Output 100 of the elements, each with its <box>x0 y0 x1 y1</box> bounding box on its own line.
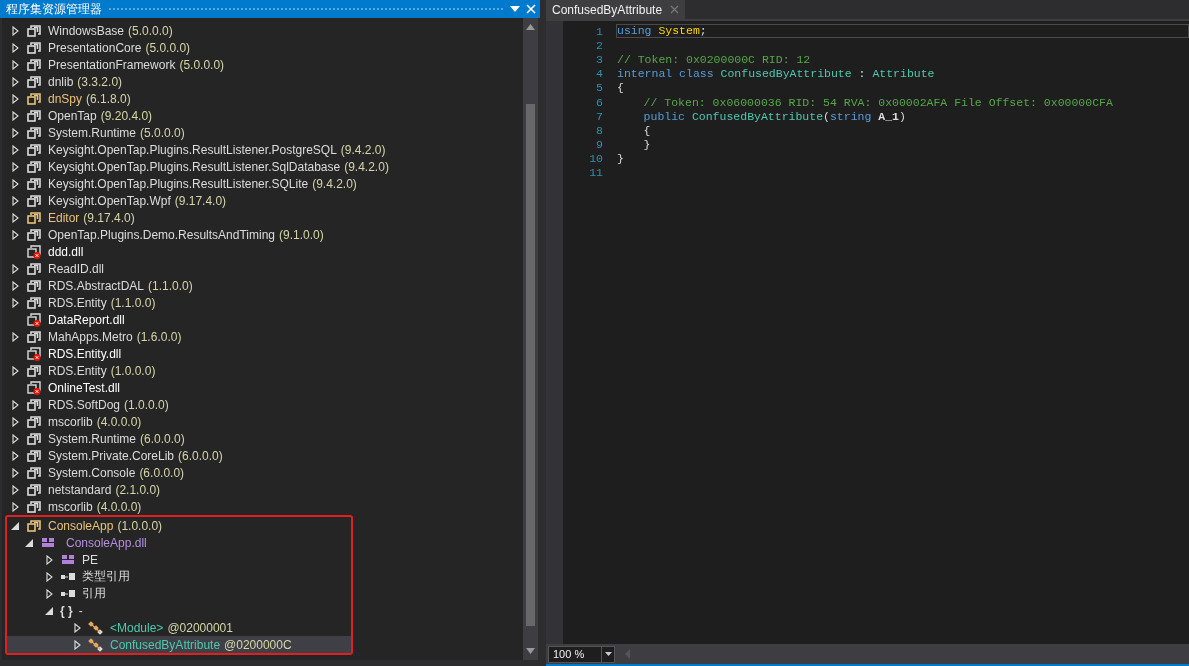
class-icon <box>88 637 104 652</box>
expanded-arrow-icon[interactable] <box>45 606 53 615</box>
collapsed-arrow-icon[interactable] <box>11 280 19 291</box>
collapsed-arrow-icon[interactable] <box>45 588 53 599</box>
collapsed-arrow-icon[interactable] <box>11 42 19 53</box>
zoom-field[interactable]: 100 % <box>548 645 602 663</box>
tree-item[interactable]: OnlineTest.dll <box>2 379 523 396</box>
scrollbar-thumb[interactable] <box>526 104 535 626</box>
tree-item[interactable]: dnlib (3.3.2.0) <box>2 73 523 90</box>
code-line: internal class ConfusedByAttribute : Attribute <box>616 66 936 81</box>
document-tab[interactable]: ConfusedByAttribute <box>546 0 686 19</box>
collapsed-arrow-icon[interactable] <box>11 229 19 240</box>
line-number: 5 <box>595 81 604 95</box>
collapsed-arrow-icon[interactable] <box>11 161 19 172</box>
close-icon[interactable] <box>670 5 680 14</box>
collapsed-arrow-icon[interactable] <box>11 93 19 104</box>
line-number: 2 <box>595 38 604 52</box>
tree-item[interactable]: mscorlib (4.0.0.0) <box>2 413 523 430</box>
scroll-down-icon[interactable] <box>526 648 535 654</box>
collapsed-arrow-icon[interactable] <box>11 127 19 138</box>
collapsed-arrow-icon[interactable] <box>11 195 19 206</box>
tree-item[interactable]: Editor (9.17.4.0) <box>2 209 523 226</box>
missing-assembly-icon <box>27 312 41 327</box>
line-number: 1 <box>595 24 604 38</box>
tree-item[interactable]: PresentationFramework (5.0.0.0) <box>2 56 523 73</box>
tree-item[interactable]: ReadID.dll <box>2 260 523 277</box>
assembly-icon <box>27 58 41 71</box>
line-number: 6 <box>595 95 604 109</box>
missing-assembly-icon <box>27 346 41 361</box>
collapsed-arrow-icon[interactable] <box>11 110 19 121</box>
tree-item[interactable]: ConsoleApp (1.0.0.0) <box>7 517 351 534</box>
assembly-icon <box>27 279 41 292</box>
tree-item[interactable]: Keysight.OpenTap.Plugins.ResultListener.SqlDatabase (9.4.2.0) <box>2 158 523 175</box>
line-number: 10 <box>588 152 604 166</box>
tree-item[interactable]: PresentationCore (5.0.0.0) <box>2 39 523 56</box>
tree-item[interactable]: RDS.SoftDog (1.0.0.0) <box>2 396 523 413</box>
collapsed-arrow-icon[interactable] <box>11 212 19 223</box>
tree-item[interactable]: Keysight.OpenTap.Wpf (9.17.4.0) <box>2 192 523 209</box>
collapsed-arrow-icon[interactable] <box>11 501 19 512</box>
collapsed-arrow-icon[interactable] <box>11 297 19 308</box>
tree-item[interactable]: dnSpy (6.1.8.0) <box>2 90 523 107</box>
tree-item[interactable]: 类型引用 <box>7 568 351 585</box>
collapsed-arrow-icon[interactable] <box>45 571 53 582</box>
tree-item[interactable]: ConfusedByAttribute @0200000C <box>7 636 351 653</box>
scroll-up-icon[interactable] <box>526 24 535 30</box>
collapsed-arrow-icon[interactable] <box>11 178 19 189</box>
collapsed-arrow-icon[interactable] <box>45 554 53 565</box>
assembly-icon <box>27 466 41 479</box>
assembly-icon <box>27 41 41 54</box>
tree-item[interactable]: System.Runtime (6.0.0.0) <box>2 430 523 447</box>
dropdown-icon[interactable] <box>604 652 612 656</box>
tree-item[interactable]: ddd.dll <box>2 243 523 260</box>
tree-item[interactable]: OpenTap.Plugins.Demo.ResultsAndTiming (9.1.0.0) <box>2 226 523 243</box>
assembly-icon <box>27 262 41 275</box>
collapsed-arrow-icon[interactable] <box>11 450 19 461</box>
tree-item[interactable]: Keysight.OpenTap.Plugins.ResultListener.PostgreSQL (9.4.2.0) <box>2 141 523 158</box>
tree-item[interactable]: System.Runtime (5.0.0.0) <box>2 124 523 141</box>
tree-item[interactable]: netstandard (2.1.0.0) <box>2 481 523 498</box>
tree-item[interactable]: mscorlib (4.0.0.0) <box>2 498 523 515</box>
line-number: 9 <box>595 138 604 152</box>
tree-item[interactable]: RDS.Entity.dll <box>2 345 523 362</box>
assembly-icon <box>27 330 41 343</box>
collapsed-arrow-icon[interactable] <box>11 365 19 376</box>
collapsed-arrow-icon[interactable] <box>11 59 19 70</box>
tree-item[interactable]: DataReport.dll <box>2 311 523 328</box>
collapsed-arrow-icon[interactable] <box>11 331 19 342</box>
collapsed-arrow-icon[interactable] <box>11 76 19 87</box>
collapsed-arrow-icon[interactable] <box>11 263 19 274</box>
tree-item[interactable]: 引用 <box>7 585 351 602</box>
module-icon <box>41 536 55 549</box>
tree-item[interactable]: OpenTap (9.20.4.0) <box>2 107 523 124</box>
assembly-icon <box>27 211 41 224</box>
tree-item[interactable]: { } - <box>7 602 351 619</box>
collapsed-arrow-icon[interactable] <box>11 433 19 444</box>
collapsed-arrow-icon[interactable] <box>11 416 19 427</box>
collapsed-arrow-icon[interactable] <box>11 467 19 478</box>
collapsed-arrow-icon[interactable] <box>73 639 81 650</box>
assembly-icon <box>27 432 41 445</box>
collapsed-arrow-icon[interactable] <box>11 25 19 36</box>
line-number: 7 <box>595 109 604 123</box>
tree-item[interactable]: System.Console (6.0.0.0) <box>2 464 523 481</box>
code-line: { <box>616 80 625 95</box>
scrollbar[interactable] <box>523 18 538 660</box>
collapsed-arrow-icon[interactable] <box>11 399 19 410</box>
tree-item[interactable]: ConsoleApp.dll <box>7 534 351 551</box>
tree-item[interactable]: Keysight.OpenTap.Plugins.ResultListener.SQLite (9.4.2.0) <box>2 175 523 192</box>
tree-item[interactable]: MahApps.Metro (1.6.0.0) <box>2 328 523 345</box>
reference-icon <box>60 588 76 599</box>
tree-item[interactable]: RDS.Entity (1.0.0.0) <box>2 362 523 379</box>
tree-item[interactable]: RDS.Entity (1.1.0.0) <box>2 294 523 311</box>
tree-item[interactable]: System.Private.CoreLib (6.0.0.0) <box>2 447 523 464</box>
tree-item[interactable]: RDS.AbstractDAL (1.1.0.0) <box>2 277 523 294</box>
collapsed-arrow-icon[interactable] <box>73 622 81 633</box>
tree-item[interactable]: WindowsBase (5.0.0.0) <box>2 22 523 39</box>
tree-item[interactable]: PE <box>7 551 351 568</box>
panel-title: 程序集资源管理器 <box>6 0 102 18</box>
assembly-icon <box>27 398 41 411</box>
tree-item[interactable]: <Module> @02000001 <box>7 619 351 636</box>
collapsed-arrow-icon[interactable] <box>11 144 19 155</box>
collapsed-arrow-icon[interactable] <box>11 484 19 495</box>
